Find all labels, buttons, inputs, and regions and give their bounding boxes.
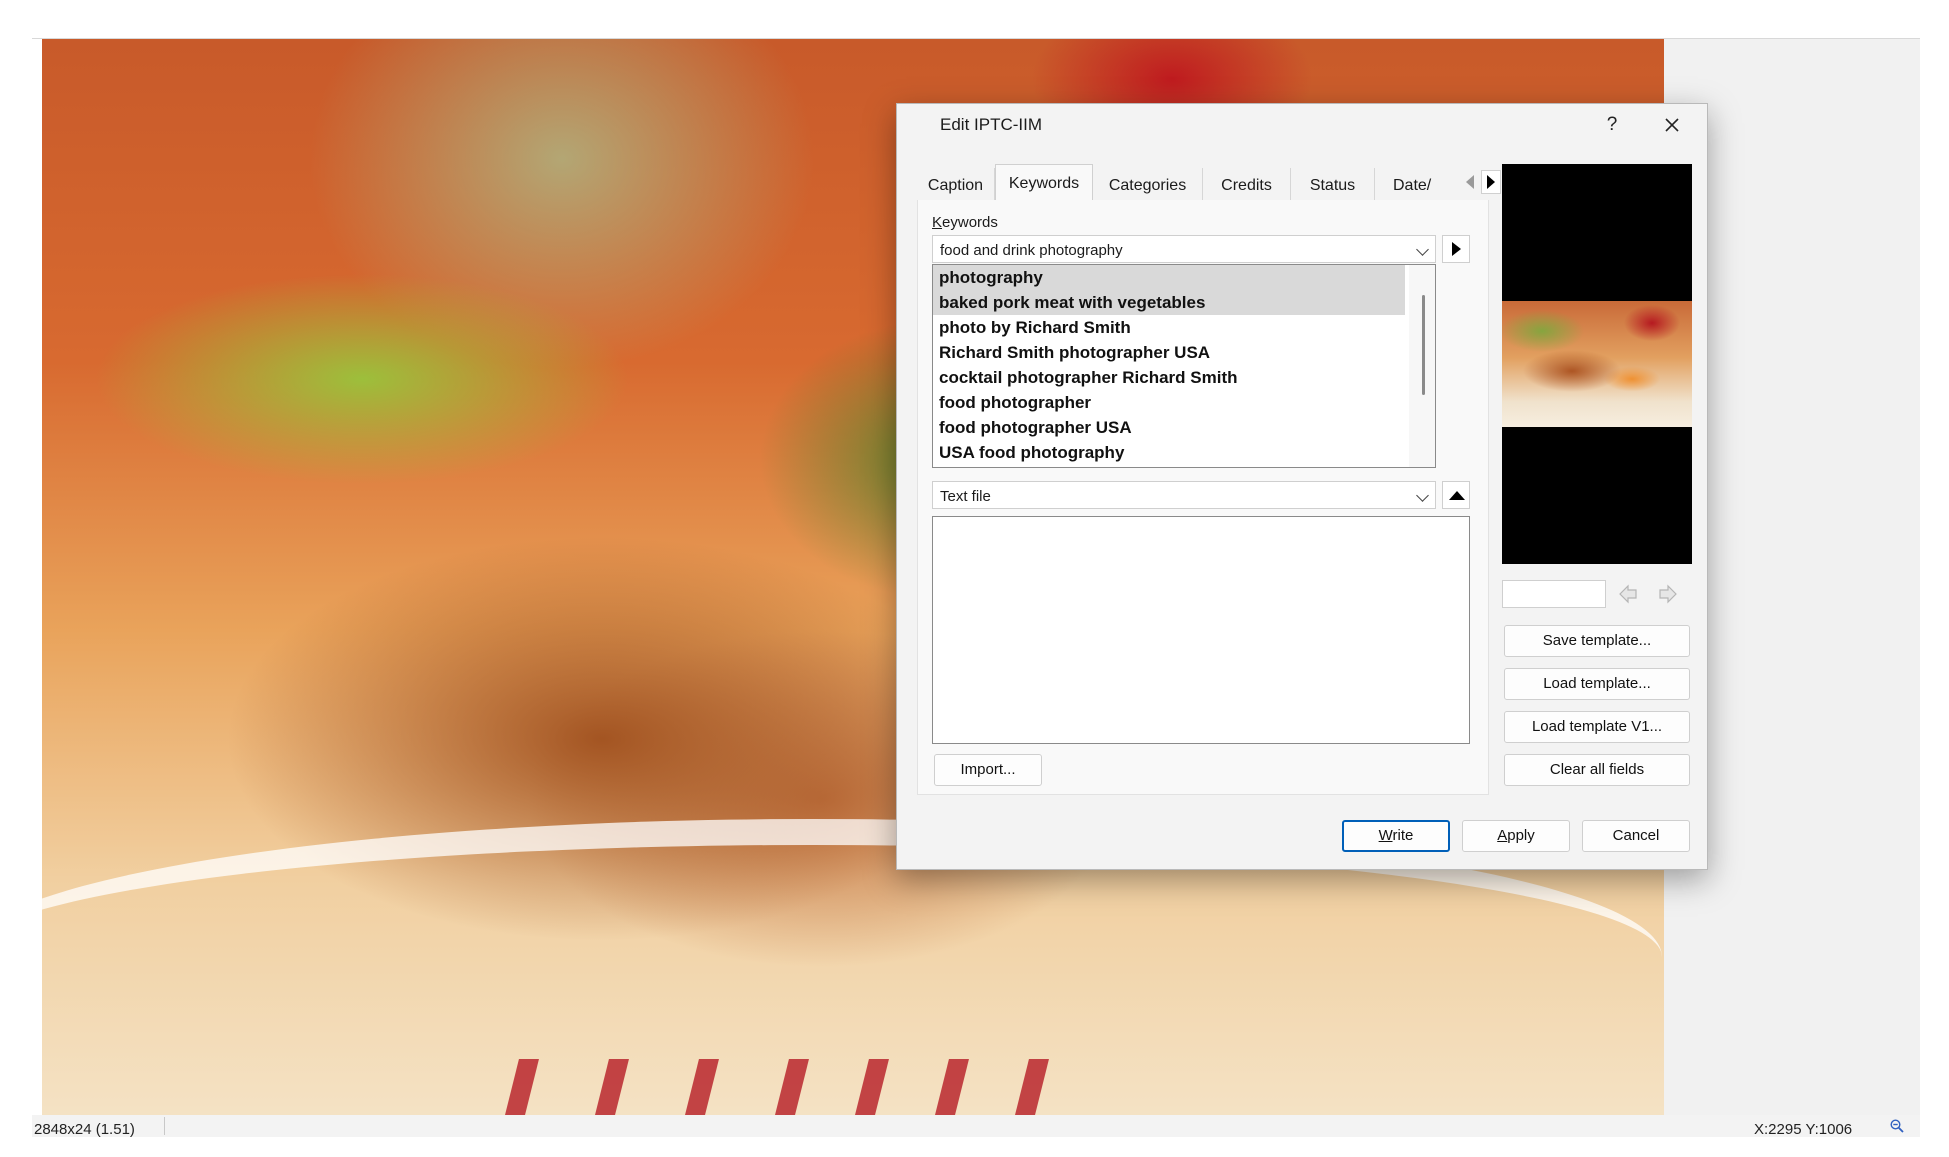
edit-iptc-dialog: Edit IPTC-IIM ? Caption Keywords Categor… <box>896 103 1708 870</box>
list-item[interactable]: baked pork meat with vegetables <box>933 290 1405 315</box>
list-item[interactable]: food photographer USA <box>933 415 1405 440</box>
chevron-down-icon[interactable] <box>1416 489 1429 502</box>
cursor-position-status: X:2295 Y:1006 <box>1754 1121 1853 1138</box>
status-bar: 2848x24 (1.51) X:2295 Y:1006 <box>32 1115 1920 1138</box>
keywords-label: Keywords <box>932 214 998 231</box>
collapse-button[interactable] <box>1442 481 1470 509</box>
magnifier-zoom-out-icon[interactable] <box>1890 1119 1904 1133</box>
tab-scroll-left-icon[interactable] <box>1466 175 1474 189</box>
tab-strip: Caption Keywords Categories Credits Stat… <box>917 162 1501 200</box>
cancel-button[interactable]: Cancel <box>1582 820 1690 852</box>
keywords-scrollbar[interactable] <box>1409 265 1435 467</box>
keywords-list[interactable]: photography baked pork meat with vegetab… <box>932 264 1436 468</box>
keywords-label-rest: eywords <box>942 214 998 231</box>
keywords-text-area[interactable] <box>932 516 1470 744</box>
tab-status[interactable]: Status <box>1291 168 1375 200</box>
tab-keywords[interactable]: Keywords <box>995 164 1093 200</box>
scrollbar-thumb[interactable] <box>1422 295 1425 395</box>
load-template-v1-button[interactable]: Load template V1... <box>1504 711 1690 743</box>
arrow-left-icon[interactable] <box>1613 580 1643 608</box>
save-template-button[interactable]: Save template... <box>1504 625 1690 657</box>
source-select[interactable]: Text file <box>932 481 1436 509</box>
import-button[interactable]: Import... <box>934 754 1042 786</box>
list-item[interactable]: photo by Richard Smith <box>933 315 1405 340</box>
keywords-label-mnemonic: K <box>932 214 943 231</box>
arrow-up-icon <box>1449 491 1465 500</box>
apply-button-label: pply <box>1507 827 1535 844</box>
load-template-button[interactable]: Load template... <box>1504 668 1690 700</box>
tab-scroll-right-icon[interactable] <box>1481 170 1501 194</box>
tab-categories[interactable]: Categories <box>1093 168 1203 200</box>
tab-date[interactable]: Date/ <box>1375 168 1467 200</box>
keyword-input-value: food and drink photography <box>940 242 1123 259</box>
write-button-mnemonic: W <box>1378 827 1393 844</box>
chevron-down-icon[interactable] <box>1416 243 1429 256</box>
image-preview <box>1502 164 1692 564</box>
list-item[interactable]: photography <box>933 265 1405 290</box>
status-separator <box>164 1117 165 1135</box>
close-icon[interactable] <box>1655 110 1689 140</box>
source-select-value: Text file <box>940 488 991 505</box>
apply-button[interactable]: Apply <box>1462 820 1570 852</box>
image-size-status: 2848x24 (1.51) <box>34 1121 135 1138</box>
list-item[interactable]: Richard Smith photographer USA <box>933 340 1405 365</box>
dialog-title: Edit IPTC-IIM <box>940 115 1043 134</box>
template-index-field[interactable] <box>1502 580 1606 608</box>
arrow-right-icon <box>1452 242 1461 256</box>
tab-credits[interactable]: Credits <box>1203 168 1291 200</box>
write-button-label: rite <box>1392 827 1414 844</box>
keyword-input[interactable]: food and drink photography <box>932 235 1436 263</box>
clear-all-fields-button[interactable]: Clear all fields <box>1504 754 1690 786</box>
tab-caption[interactable]: Caption <box>917 168 995 200</box>
preview-thumbnail <box>1502 301 1692 427</box>
list-item[interactable]: USA food photography <box>933 440 1405 465</box>
list-item[interactable]: food photographer <box>933 390 1405 415</box>
help-button[interactable]: ? <box>1597 110 1627 140</box>
apply-button-mnemonic: A <box>1497 827 1508 844</box>
arrow-right-icon[interactable] <box>1653 580 1683 608</box>
add-keyword-button[interactable] <box>1442 235 1470 263</box>
write-button[interactable]: Write <box>1342 820 1450 852</box>
list-item[interactable]: cocktail photographer Richard Smith <box>933 365 1405 390</box>
